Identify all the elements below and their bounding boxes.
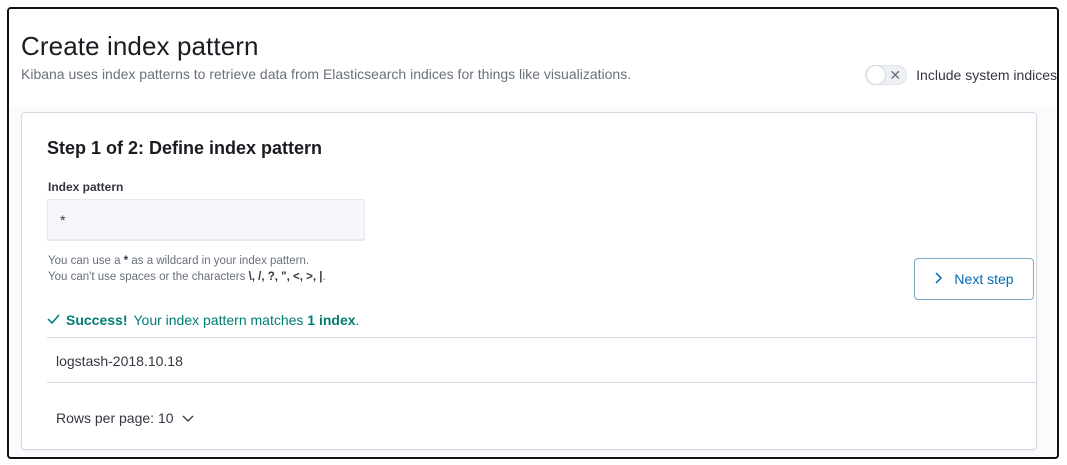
help-text: You can't use spaces or the characters bbox=[48, 271, 249, 283]
help-text: You can use a bbox=[48, 255, 124, 267]
window-frame: Create index pattern Kibana uses index p… bbox=[7, 7, 1059, 459]
toggle-label: Include system indices bbox=[916, 67, 1057, 83]
index-pattern-input[interactable] bbox=[47, 199, 365, 241]
match-text: . bbox=[355, 312, 360, 328]
include-system-indices-toggle[interactable]: ✕ Include system indices bbox=[865, 63, 1057, 87]
restricted-chars: \, /, ?, ", <, >, | bbox=[248, 271, 323, 283]
check-icon bbox=[47, 312, 60, 328]
define-index-pattern-panel: Step 1 of 2: Define index pattern Index … bbox=[21, 112, 1037, 450]
page-header: Create index pattern Kibana uses index p… bbox=[9, 9, 1057, 106]
switch-knob bbox=[866, 65, 887, 85]
chevron-right-icon bbox=[934, 271, 944, 287]
help-line-wildcard: You can use a * as a wildcard in your in… bbox=[48, 253, 326, 269]
next-step-button[interactable]: Next step bbox=[914, 258, 1034, 300]
match-count: 1 index bbox=[307, 312, 356, 328]
match-message: Your index pattern matches 1 index. bbox=[133, 312, 359, 328]
index-pattern-label: Index pattern bbox=[48, 180, 124, 194]
rows-per-page-selector[interactable]: Rows per page: 10 bbox=[56, 410, 194, 426]
table-bottom-divider bbox=[47, 382, 1036, 383]
help-line-restricted: You can't use spaces or the characters \… bbox=[48, 269, 326, 285]
help-text: as a wildcard in your index pattern. bbox=[128, 255, 310, 267]
table-row: logstash-2018.10.18 bbox=[47, 338, 1035, 383]
match-text: Your index pattern matches bbox=[133, 312, 308, 328]
success-callout: Success! Your index pattern matches 1 in… bbox=[47, 312, 359, 328]
chevron-down-icon bbox=[182, 410, 194, 426]
step-title: Step 1 of 2: Define index pattern bbox=[47, 138, 323, 158]
system-indices-switch[interactable]: ✕ bbox=[865, 65, 908, 85]
index-pattern-help-text: You can use a * as a wildcard in your in… bbox=[48, 253, 326, 285]
success-label: Success! bbox=[66, 312, 128, 328]
index-name-cell: logstash-2018.10.18 bbox=[56, 352, 183, 369]
help-text: . bbox=[322, 271, 326, 283]
page-subtitle: Kibana uses index patterns to retrieve d… bbox=[21, 66, 632, 82]
close-icon: ✕ bbox=[889, 67, 902, 83]
next-step-label: Next step bbox=[954, 271, 1014, 287]
page-title: Create index pattern bbox=[21, 31, 259, 61]
rows-per-page-label: Rows per page: 10 bbox=[56, 410, 174, 426]
